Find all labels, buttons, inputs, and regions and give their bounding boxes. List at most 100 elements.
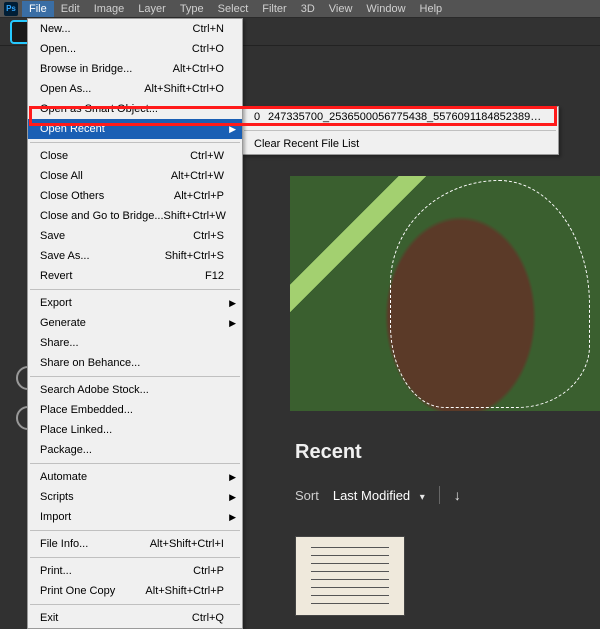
menu-item-label: Open As... xyxy=(40,83,144,95)
menu-item-label: Place Embedded... xyxy=(40,404,224,416)
menu-item-close-all[interactable]: Close AllAlt+Ctrl+W xyxy=(28,166,242,186)
menu-item-open-as[interactable]: Open As...Alt+Shift+Ctrl+O xyxy=(28,79,242,99)
recent-file-item[interactable]: 0 247335700_2536500056775438_55760911848… xyxy=(242,107,558,127)
file-menu-dropdown: New...Ctrl+NOpen...Ctrl+OBrowse in Bridg… xyxy=(27,18,243,629)
menu-view[interactable]: View xyxy=(322,1,360,17)
menu-select[interactable]: Select xyxy=(211,1,256,17)
submenu-arrow-icon: ▶ xyxy=(229,124,236,135)
menu-item-exit[interactable]: ExitCtrl+Q xyxy=(28,608,242,628)
menu-item-export[interactable]: Export▶ xyxy=(28,293,242,313)
menu-separator xyxy=(30,463,240,464)
divider xyxy=(439,486,440,504)
submenu-arrow-icon: ▶ xyxy=(229,512,236,523)
menu-item-label: Scripts xyxy=(40,491,224,503)
menu-item-close-and-go-to-bridge[interactable]: Close and Go to Bridge...Shift+Ctrl+W xyxy=(28,206,242,226)
menu-item-shortcut: Shift+Ctrl+W xyxy=(164,210,226,222)
menu-edit[interactable]: Edit xyxy=(54,1,87,17)
menu-item-label: Open Recent xyxy=(40,123,224,135)
menu-item-shortcut: Ctrl+O xyxy=(192,43,224,55)
menu-item-share-on-behance[interactable]: Share on Behance... xyxy=(28,353,242,373)
menu-item-share[interactable]: Share... xyxy=(28,333,242,353)
menu-item-shortcut: Ctrl+W xyxy=(190,150,224,162)
menu-item-label: Print One Copy xyxy=(40,585,145,597)
menu-item-label: Close and Go to Bridge... xyxy=(40,210,164,222)
sort-dropdown[interactable]: Last Modified ▾ xyxy=(333,488,425,503)
menu-item-open[interactable]: Open...Ctrl+O xyxy=(28,39,242,59)
clear-recent-label: Clear Recent File List xyxy=(254,138,546,150)
menu-item-label: Close Others xyxy=(40,190,174,202)
menu-item-label: Close All xyxy=(40,170,171,182)
menu-window[interactable]: Window xyxy=(359,1,412,17)
menu-item-label: Share... xyxy=(40,337,224,349)
menu-file[interactable]: File xyxy=(22,1,54,17)
menu-filter[interactable]: Filter xyxy=(255,1,293,17)
menu-separator xyxy=(30,142,240,143)
menu-item-revert[interactable]: RevertF12 xyxy=(28,266,242,286)
menu-item-package[interactable]: Package... xyxy=(28,440,242,460)
menu-item-place-linked[interactable]: Place Linked... xyxy=(28,420,242,440)
menu-item-label: Package... xyxy=(40,444,224,456)
menu-separator xyxy=(30,557,240,558)
menu-help[interactable]: Help xyxy=(413,1,450,17)
menu-item-print[interactable]: Print...Ctrl+P xyxy=(28,561,242,581)
menu-item-shortcut: Alt+Ctrl+W xyxy=(171,170,224,182)
menu-item-label: Exit xyxy=(40,612,192,624)
menu-item-print-one-copy[interactable]: Print One CopyAlt+Shift+Ctrl+P xyxy=(28,581,242,601)
menu-3d[interactable]: 3D xyxy=(294,1,322,17)
menu-item-browse-in-bridge[interactable]: Browse in Bridge...Alt+Ctrl+O xyxy=(28,59,242,79)
menu-item-shortcut: Ctrl+Q xyxy=(192,612,224,624)
menu-layer[interactable]: Layer xyxy=(131,1,173,17)
submenu-arrow-icon: ▶ xyxy=(229,298,236,309)
recent-heading: Recent xyxy=(295,441,362,464)
menubar: Ps File Edit Image Layer Type Select Fil… xyxy=(0,0,600,18)
sort-direction-icon[interactable]: ↓ xyxy=(454,487,461,503)
menu-item-shortcut: Alt+Ctrl+P xyxy=(174,190,224,202)
menu-image[interactable]: Image xyxy=(87,1,132,17)
menu-separator xyxy=(30,376,240,377)
submenu-arrow-icon: ▶ xyxy=(229,492,236,503)
menu-item-label: New... xyxy=(40,23,193,35)
selection-marquee xyxy=(390,180,590,408)
menu-item-file-info[interactable]: File Info...Alt+Shift+Ctrl+I xyxy=(28,534,242,554)
menu-item-import[interactable]: Import ▶ xyxy=(28,507,242,527)
sort-row: Sort Last Modified ▾ ↓ xyxy=(295,486,461,504)
menu-item-automate[interactable]: Automate▶ xyxy=(28,467,242,487)
menu-item-label: Generate xyxy=(40,317,224,329)
menu-item-close-others[interactable]: Close OthersAlt+Ctrl+P xyxy=(28,186,242,206)
menu-separator xyxy=(30,289,240,290)
menu-item-label: Close xyxy=(40,150,190,162)
submenu-arrow-icon: ▶ xyxy=(229,472,236,483)
menu-item-close[interactable]: CloseCtrl+W xyxy=(28,146,242,166)
document-preview xyxy=(290,176,600,411)
app-icon: Ps xyxy=(4,2,18,16)
menu-item-shortcut: Ctrl+P xyxy=(193,565,224,577)
menu-item-label: Open... xyxy=(40,43,192,55)
menu-item-label: Print... xyxy=(40,565,193,577)
menu-item-save[interactable]: SaveCtrl+S xyxy=(28,226,242,246)
sort-label: Sort xyxy=(295,488,319,503)
menu-item-generate[interactable]: Generate▶ xyxy=(28,313,242,333)
menu-item-label: Import xyxy=(40,511,224,523)
recent-thumbnail[interactable] xyxy=(295,536,405,616)
menu-item-shortcut: Ctrl+N xyxy=(193,23,224,35)
menu-item-search-adobe-stock[interactable]: Search Adobe Stock... xyxy=(28,380,242,400)
menu-item-scripts[interactable]: Scripts ▶ xyxy=(28,487,242,507)
recent-file-index: 0 xyxy=(254,111,268,123)
menu-type[interactable]: Type xyxy=(173,1,211,17)
menu-item-shortcut: Alt+Shift+Ctrl+P xyxy=(145,585,224,597)
menu-item-open-recent[interactable]: Open Recent ▶ xyxy=(28,119,242,139)
menu-item-label: Open as Smart Object... xyxy=(40,103,224,115)
menu-item-shortcut: F12 xyxy=(205,270,224,282)
menu-item-shortcut: Alt+Shift+Ctrl+I xyxy=(150,538,224,550)
clear-recent-item[interactable]: Clear Recent File List xyxy=(242,134,558,154)
menu-item-open-as-smart-object[interactable]: Open as Smart Object... xyxy=(28,99,242,119)
menu-item-save-as[interactable]: Save As...Shift+Ctrl+S xyxy=(28,246,242,266)
chevron-down-icon: ▾ xyxy=(420,492,425,503)
menu-item-shortcut: Alt+Shift+Ctrl+O xyxy=(144,83,224,95)
menu-item-place-embedded[interactable]: Place Embedded... xyxy=(28,400,242,420)
menu-item-label: Save As... xyxy=(40,250,165,262)
menu-item-label: Revert xyxy=(40,270,205,282)
menu-item-new[interactable]: New...Ctrl+N xyxy=(28,19,242,39)
menu-item-shortcut: Ctrl+S xyxy=(193,230,224,242)
open-recent-submenu: 0 247335700_2536500056775438_55760911848… xyxy=(241,106,559,155)
